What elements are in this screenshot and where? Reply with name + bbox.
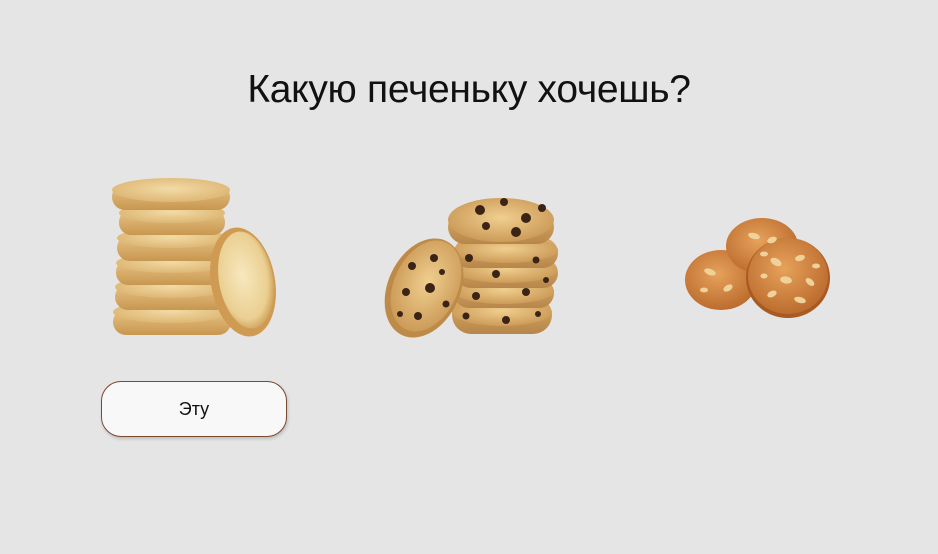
choose-cookie-button[interactable]: Эту: [101, 381, 287, 437]
page-title: Какую печеньку хочешь?: [247, 68, 691, 111]
shortbread-cookie-stack-icon[interactable]: [100, 172, 290, 347]
nut-cookie-icon[interactable]: [676, 210, 838, 328]
chocolate-chip-cookie-stack-icon[interactable]: [376, 188, 566, 346]
